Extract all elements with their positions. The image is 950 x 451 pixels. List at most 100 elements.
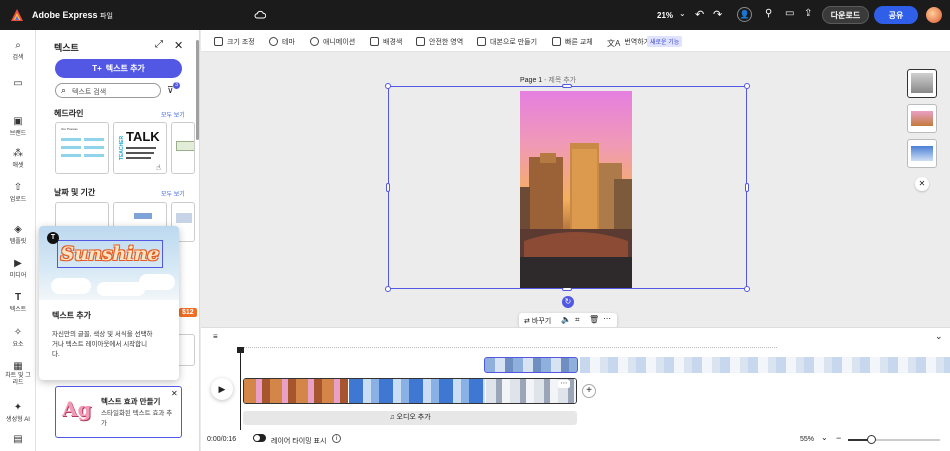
close-icon[interactable]: ✕ [915,177,929,191]
video-clip-2[interactable] [349,379,485,403]
resize-handle[interactable] [744,83,750,89]
layer-timing-toggle[interactable] [253,434,266,442]
chevron-down-icon[interactable]: ⌄ [679,9,686,18]
close-icon[interactable]: ✕ [171,389,178,398]
share-link-icon[interactable]: ⇪ [804,8,812,19]
resize-handle[interactable] [744,286,750,292]
text-type-icon: T [47,232,59,244]
resize-icon [214,37,223,46]
headline-card-1[interactable]: Our Process [55,122,109,174]
more-icon[interactable]: ⋯ [558,380,570,388]
file-menu[interactable]: 파일 [100,11,113,21]
assets-icon: ⁂ [13,148,23,159]
resize-handle[interactable] [562,84,572,88]
page-thumb-3[interactable] [907,139,937,168]
rail-item-media[interactable]: ▶ 미디어 [0,258,36,279]
text-effects-card[interactable]: Ag 텍스트 효과 만들기 스타일화된 텍스트 효과 추가 ✕ [55,386,182,438]
rail-item-text[interactable]: T 텍스트 [0,292,36,313]
toolbar-animation[interactable]: 애니메이션 [310,37,355,47]
comment-icon[interactable]: ▭ [785,8,794,19]
close-icon[interactable]: ✕ [174,39,183,52]
play-button[interactable]: ▶ [211,378,233,400]
city-skyline-art [520,143,632,288]
info-icon[interactable]: i [332,434,341,443]
page-thumb-1[interactable] [907,69,937,98]
toolbar-resize[interactable]: 크기 조정 [214,37,255,47]
playhead[interactable] [240,348,241,430]
timeline-collapse-icon[interactable]: ≡ [213,332,218,341]
replace-button[interactable]: ⇄ 바꾸기 [524,316,551,326]
rail-item-brand[interactable]: ▣ 브랜드 [0,116,36,137]
video-clip-1[interactable] [244,379,348,403]
layer-timing-label: 레이어 타이밍 표시 [271,438,327,445]
adobe-express-logo-icon[interactable] [10,8,24,22]
rail-item-charts[interactable]: ▦ 차트 및 그리드 [0,361,36,387]
tooltip-body: 자신만의 글꼴, 색상 및 서식을 선택하거나 텍스트 레이아웃에서 시작합니다… [52,331,153,358]
tooltip-title: 텍스트 추가 [52,311,92,320]
toolbar-theme[interactable]: 테마 [269,37,295,47]
avatar[interactable] [926,7,942,23]
date-see-all-link[interactable]: 모두 보기 [161,189,185,198]
panel-scrollbar[interactable] [196,40,199,140]
text-line [61,146,81,149]
rotate-handle-icon[interactable]: ↻ [562,296,574,308]
zoom-slider[interactable] [848,435,940,444]
rail-item-elements[interactable]: ✧ 요소 [0,327,36,348]
rail-item-files[interactable]: ▭ [0,78,36,90]
add-clip-button[interactable]: + [582,384,596,398]
zoom-level[interactable]: 21% [657,11,673,20]
rail-item-upload[interactable]: ⇧ 업로드 [0,182,36,203]
undo-icon[interactable]: ↶ [695,8,704,21]
rail-item-templates[interactable]: ◈ 템플릿 [0,224,36,245]
resize-handle[interactable] [386,183,390,192]
volume-icon[interactable]: 🔈 [561,315,571,324]
chevron-down-icon[interactable]: ⌄ [821,433,828,442]
main-clip-track[interactable]: ⋯ [243,378,577,404]
timeline-ruler [241,347,777,348]
share-button[interactable]: 공유 [874,6,918,24]
cursor-hand-icon: ☝ [156,163,161,172]
crop-icon[interactable]: ⌗ [575,315,580,325]
trash-icon[interactable]: 🗑 [589,315,599,324]
resize-handle[interactable] [745,183,749,192]
audio-icon: ♫ [389,414,395,421]
theme-icon [269,37,278,46]
download-button[interactable]: 다운로드 [822,6,869,24]
toolbar-script[interactable]: 대본으로 만들기 [477,37,537,47]
chevron-down-icon[interactable]: ⌄ [935,331,943,342]
more-icon[interactable]: ⋯ [603,314,611,323]
toolbar-bgcolor[interactable]: 배경색 [370,37,402,47]
text-line [126,147,156,149]
rail-item-assets[interactable]: ⁂ 애셋 [0,148,36,169]
add-audio-button[interactable]: ♫ 오디오 추가 [243,411,577,425]
location-pin-icon[interactable]: ⚲ [765,8,772,19]
cloud-icon[interactable] [254,9,267,21]
headline-card-3[interactable] [171,122,195,174]
upload-icon: ⇧ [13,182,23,193]
page-thumb-2[interactable] [907,104,937,133]
rail-item-schedule[interactable]: ▤ [0,434,36,446]
playhead-marker[interactable] [237,347,244,353]
search-input[interactable]: ⌕ 텍스트 검색 [55,83,161,98]
canvas-area[interactable]: Page 1 - 제목 추가 ↻ ⇄ 바꾸기 🔈 ⌗ 🗑 ⋯ ✕ [201,53,950,328]
toolbar-translate[interactable]: 文A 번역하기 [607,37,650,48]
text-panel: 텍스트 ⤢ ✕ T+ 텍스트 추가 ⌕ 텍스트 검색 ⊽ 3 헤드라인 모두 보기… [36,30,200,451]
headline-card-2[interactable]: TEACHER TALK ☝ [113,122,167,174]
redo-icon[interactable]: ↷ [713,8,722,21]
rail-item-generative-ai[interactable]: ✦ 생성형 AI [0,402,36,423]
overlay-clip[interactable] [484,357,578,373]
headline-see-all-link[interactable]: 모두 보기 [161,110,185,119]
rail-item-search[interactable]: ⌕ 검색 [0,40,36,61]
user-add-icon[interactable]: 👤 [737,7,752,22]
zoom-slider-knob[interactable] [867,435,876,444]
cloud-shape [139,274,175,290]
add-text-button[interactable]: T+ 텍스트 추가 [55,59,182,78]
page-image[interactable] [520,91,632,288]
zoom-out-icon[interactable]: − [836,433,841,443]
toolbar-quick-swap[interactable]: 빠른 교체 [552,37,593,47]
expand-icon[interactable]: ⤢ [155,39,163,50]
resize-handle[interactable] [385,83,391,89]
resize-handle[interactable] [385,286,391,292]
effects-title: 텍스트 효과 만들기 [101,397,161,406]
toolbar-safe-area[interactable]: 안전한 영역 [416,37,463,47]
